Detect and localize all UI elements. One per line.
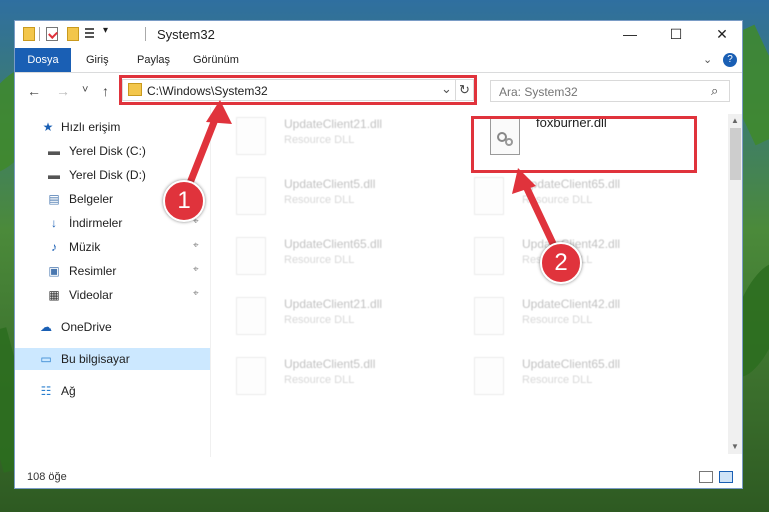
arrow-1-head [206, 100, 232, 124]
callout-arrows [184, 100, 560, 254]
callout-badge-2: 2 [540, 242, 582, 284]
arrow-2-shaft [519, 176, 560, 254]
callout-badge-1: 1 [163, 180, 205, 222]
arrow-1-shaft [184, 108, 222, 192]
